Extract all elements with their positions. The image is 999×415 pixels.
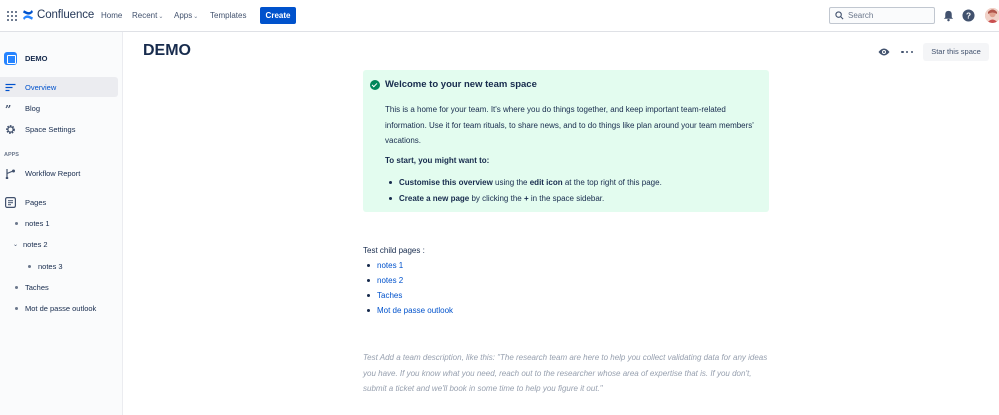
panel-subheading: To start, you might want to: [385, 156, 490, 165]
page-tree-item-taches[interactable]: Taches [15, 283, 49, 292]
nav-apps-label: Apps [174, 11, 193, 20]
list-item-text: by clicking the [469, 194, 524, 203]
sidebar-item-label: Pages [25, 197, 47, 207]
star-space-button[interactable]: Star this space [923, 43, 989, 61]
page-tree-label: notes 1 [25, 219, 50, 228]
bullet-icon [367, 294, 370, 297]
nav-apps[interactable]: Apps⌄ [174, 11, 198, 20]
check-circle-icon [370, 80, 380, 90]
nav-recent[interactable]: Recent⌄ [132, 11, 163, 20]
panel-list-item: Create a new page by clicking the + in t… [385, 194, 604, 203]
sidebar-item-label: Workflow Report [25, 168, 81, 178]
list-item-text: at the top right of this page. [562, 178, 662, 187]
nav-recent-label: Recent [132, 11, 158, 20]
user-avatar-icon [985, 8, 999, 23]
bullet-icon [367, 309, 370, 312]
nav-home[interactable]: Home [101, 11, 122, 20]
nav-templates-label: Templates [210, 11, 247, 20]
avatar[interactable] [985, 8, 999, 23]
page-tree-item-mot-de-passe-outlook[interactable]: Mot de passe outlook [15, 304, 96, 313]
child-page-label[interactable]: Taches [377, 291, 402, 300]
top-navigation-bar: Confluence Home Recent⌄ Apps⌄ Templates … [0, 0, 999, 32]
chevron-down-icon: ⌄ [193, 14, 199, 20]
bullet-icon [15, 286, 18, 289]
sidebar-item-pages[interactable]: Pages [0, 192, 118, 212]
bullet-icon [367, 264, 370, 267]
page-tree-item-notes-2[interactable]: ⌄ notes 2 [13, 240, 48, 249]
search-input[interactable]: Search [829, 7, 935, 24]
bullet-icon [367, 279, 370, 282]
svg-text:?: ? [966, 11, 971, 21]
more-actions-icon[interactable] [901, 47, 913, 57]
bullet-icon [15, 222, 18, 225]
watch-eye-icon[interactable] [878, 47, 890, 57]
panel-list-item: Customise this overview using the edit i… [385, 178, 662, 187]
sidebar-item-workflow-report[interactable]: Workflow Report [0, 163, 118, 183]
page-tree-label: Mot de passe outlook [25, 304, 97, 313]
list-item-text: using the [492, 178, 530, 187]
space-sidebar: DEMO Overview ” Blog Space Settings APPS… [0, 32, 123, 415]
app-switcher-icon[interactable] [7, 11, 17, 21]
workflow-icon [5, 168, 16, 179]
page-tree-label: Taches [25, 283, 49, 292]
app-name: Confluence [37, 9, 95, 21]
child-pages-label: Test child pages : [363, 246, 425, 255]
quote-icon: ” [5, 103, 16, 114]
create-button[interactable]: Create [260, 7, 296, 24]
sidebar-item-label: Overview [25, 82, 57, 92]
gear-icon [5, 124, 16, 135]
panel-body: This is a home for your team. It's where… [385, 105, 754, 145]
page-tree-label: notes 3 [38, 262, 63, 271]
child-page-link[interactable]: Taches [363, 291, 402, 300]
sidebar-item-label: Space Settings [25, 124, 76, 134]
space-header[interactable]: DEMO [4, 52, 48, 65]
search-icon [835, 11, 844, 20]
page-tree-item-notes-1[interactable]: notes 1 [15, 219, 50, 228]
panel-title: Welcome to your new team space [385, 79, 537, 90]
confluence-logo[interactable]: Confluence [22, 8, 94, 22]
chevron-down-icon: ⌄ [158, 14, 164, 20]
bullet-icon [28, 265, 31, 268]
welcome-info-panel: Welcome to your new team space This is a… [363, 70, 769, 212]
team-description: Test Add a team description, like this: … [363, 353, 768, 393]
child-page-label[interactable]: notes 2 [377, 276, 403, 285]
list-item-bold: edit icon [529, 178, 563, 187]
nav-templates[interactable]: Templates [210, 11, 246, 20]
space-name: DEMO [25, 54, 48, 63]
sidebar-item-space-settings[interactable]: Space Settings [0, 119, 118, 139]
child-page-label[interactable]: Mot de passe outlook [377, 306, 453, 315]
sidebar-item-blog[interactable]: ” Blog [0, 98, 118, 118]
bullet-icon [389, 197, 392, 200]
list-item-bold: Customise this overview [399, 178, 493, 187]
svg-text:”: ” [5, 103, 11, 114]
sidebar-item-label: Blog [25, 103, 41, 113]
search-placeholder: Search [848, 11, 874, 20]
bullet-icon [389, 181, 392, 184]
space-icon [4, 52, 17, 65]
pages-icon [5, 196, 16, 208]
confluence-logo-icon [23, 10, 33, 20]
help-icon[interactable]: ? [962, 9, 975, 22]
list-item-bold: Create a new page [399, 194, 470, 203]
child-page-link[interactable]: notes 2 [363, 276, 403, 285]
nav-home-label: Home [101, 11, 123, 20]
apps-section-label: APPS [4, 152, 19, 158]
child-page-link[interactable]: notes 1 [363, 261, 403, 270]
sidebar-item-overview[interactable]: Overview [0, 77, 118, 97]
page-title: DEMO [143, 42, 191, 59]
page-tree-label: notes 2 [23, 240, 48, 249]
overview-icon [5, 82, 16, 93]
bullet-icon [15, 307, 18, 310]
chevron-down-icon[interactable]: ⌄ [13, 241, 18, 248]
notification-icon[interactable] [942, 9, 955, 22]
page-tree-item-notes-3[interactable]: notes 3 [28, 262, 63, 271]
child-page-link[interactable]: Mot de passe outlook [363, 306, 453, 315]
list-item-text: in the space sidebar. [528, 194, 605, 203]
child-page-label[interactable]: notes 1 [377, 261, 403, 270]
